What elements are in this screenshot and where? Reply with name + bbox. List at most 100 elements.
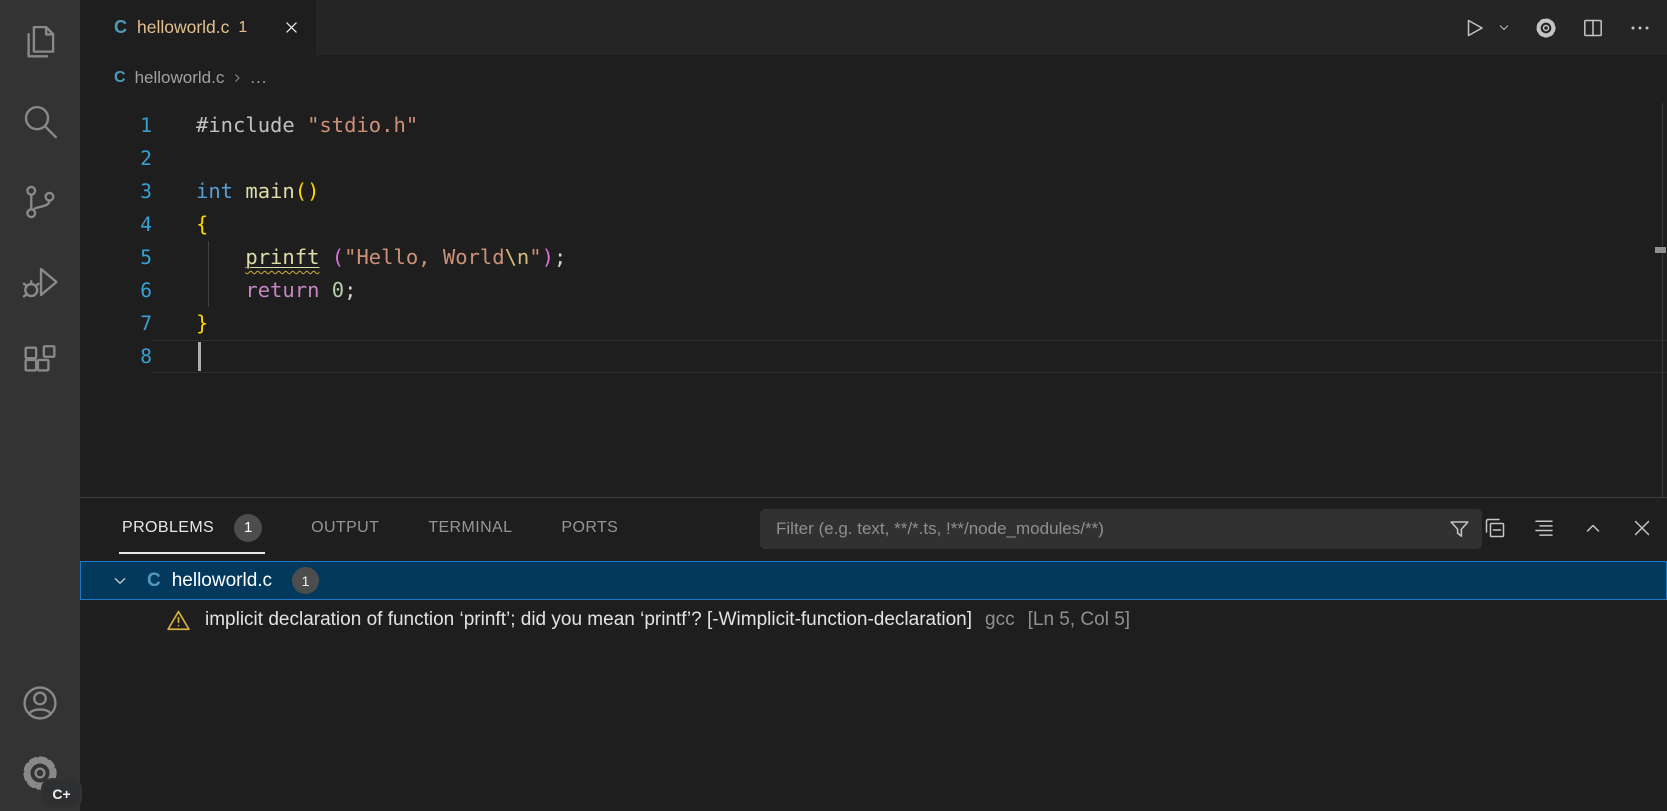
overview-ruler-marker (1655, 247, 1666, 253)
problems-count-badge: 1 (292, 567, 319, 594)
code-lines: 1#include "stdio.h"23int main()4{5 prinf… (80, 109, 1667, 373)
extensions-icon (19, 341, 61, 383)
chevron-right-icon (229, 70, 245, 86)
account-icon (19, 682, 61, 724)
panel-tab-label: PROBLEMS (122, 519, 214, 537)
ellipsis-icon (1628, 16, 1652, 40)
panel-tab-label: TERMINAL (428, 519, 512, 537)
overview-ruler (1662, 103, 1663, 497)
run-icon (1462, 16, 1486, 40)
code-line[interactable]: 4{ (80, 208, 1667, 241)
code-token: () (295, 179, 320, 203)
run-and-debug-button[interactable] (16, 258, 64, 306)
problem-row[interactable]: implicit declaration of function ‘prinft… (80, 600, 1667, 640)
source-control-button[interactable] (16, 178, 64, 226)
breadcrumb-file[interactable]: helloworld.c (135, 68, 225, 88)
panel-tab-label: PORTS (561, 519, 618, 537)
chevron-down-icon[interactable] (109, 570, 131, 592)
panel-tabs: PROBLEMS1 OUTPUT TERMINAL PORTS (119, 505, 664, 554)
collapse-all-icon (1483, 516, 1507, 540)
code-token: ( (332, 245, 344, 269)
code-token (233, 179, 245, 203)
git-branch-icon (19, 181, 61, 223)
code-token: main (245, 179, 294, 203)
code-line[interactable]: 7} (80, 307, 1667, 340)
code-line[interactable]: 5 prinft ("Hello, World\n"); (80, 241, 1667, 274)
funnel-icon (1447, 517, 1472, 542)
code-token: return (245, 278, 319, 302)
editor-tab-bar: C helloworld.c 1 (80, 0, 1667, 55)
line-content[interactable] (152, 340, 1667, 373)
line-content[interactable] (152, 142, 1667, 175)
filter-funnel-button[interactable] (1447, 517, 1472, 542)
filter-input[interactable] (760, 509, 1482, 549)
explorer-button[interactable] (16, 18, 64, 66)
collapse-all-button[interactable] (1482, 515, 1508, 541)
line-number[interactable]: 4 (80, 208, 152, 241)
c-file-icon: C (114, 17, 127, 38)
line-number[interactable]: 5 (80, 241, 152, 274)
tab-helloworld-c[interactable]: C helloworld.c 1 (80, 0, 316, 55)
line-number[interactable]: 3 (80, 175, 152, 208)
tab-close-button[interactable] (280, 17, 302, 39)
extensions-button[interactable] (16, 338, 64, 386)
code-line[interactable]: 1#include "stdio.h" (80, 109, 1667, 142)
code-line[interactable]: 2 (80, 142, 1667, 175)
problems-file-name: helloworld.c (172, 570, 272, 592)
line-number[interactable]: 1 (80, 109, 152, 142)
code-token (319, 278, 331, 302)
panel-tab-problems[interactable]: PROBLEMS1 (119, 505, 265, 554)
activity-bar-bottom: C+ (16, 679, 64, 811)
panel-header: PROBLEMS1 OUTPUT TERMINAL PORTS (80, 498, 1667, 560)
line-content[interactable]: return 0; (152, 274, 1667, 307)
c-file-icon: C (114, 69, 126, 87)
indent-guide (208, 241, 209, 274)
line-content[interactable]: #include "stdio.h" (152, 109, 1667, 142)
panel-actions (1482, 515, 1655, 541)
close-icon (283, 19, 300, 36)
code-token: "stdio.h" (307, 113, 418, 137)
main-area: C helloworld.c 1 (80, 0, 1667, 811)
split-editor-button[interactable] (1580, 15, 1606, 41)
line-number[interactable]: 8 (80, 340, 152, 373)
line-content[interactable]: } (152, 307, 1667, 340)
files-icon (19, 21, 61, 63)
c-file-icon: C (147, 570, 161, 592)
settings-button[interactable] (1533, 15, 1559, 41)
view-as-tree-button[interactable] (1531, 515, 1557, 541)
line-content[interactable]: int main() (152, 175, 1667, 208)
code-token: ; (554, 245, 566, 269)
warning-squiggle-token: prinft (245, 245, 319, 269)
account-button[interactable] (16, 679, 64, 727)
code-line[interactable]: 3int main() (80, 175, 1667, 208)
line-content[interactable]: prinft ("Hello, World\n"); (152, 241, 1667, 274)
close-icon (1630, 516, 1654, 540)
code-token: "Hello, World (344, 245, 504, 269)
code-token (196, 245, 245, 269)
manage-button[interactable]: C+ (16, 749, 64, 797)
code-token: ; (344, 278, 356, 302)
close-panel-button[interactable] (1629, 515, 1655, 541)
line-number[interactable]: 2 (80, 142, 152, 175)
panel-tab-terminal[interactable]: TERMINAL (425, 510, 515, 549)
code-line[interactable]: 8 (80, 340, 1667, 373)
line-number[interactable]: 6 (80, 274, 152, 307)
line-content[interactable]: { (152, 208, 1667, 241)
code-token: int (196, 179, 233, 203)
more-actions-button[interactable] (1627, 15, 1653, 41)
run-dropdown-button[interactable] (1496, 15, 1512, 41)
code-line[interactable]: 6 return 0; (80, 274, 1667, 307)
line-number[interactable]: 7 (80, 307, 152, 340)
profile-badge[interactable]: C+ (43, 780, 80, 807)
panel-tab-ports[interactable]: PORTS (558, 510, 621, 549)
code-token: { (196, 212, 208, 236)
problems-filter (760, 509, 1482, 549)
breadcrumb-symbol[interactable]: ... (250, 68, 267, 88)
run-debug-icon (19, 261, 61, 303)
panel-tab-output[interactable]: OUTPUT (308, 510, 382, 549)
run-button[interactable] (1461, 15, 1487, 41)
editor-actions (1461, 0, 1667, 55)
problems-file-row[interactable]: C helloworld.c 1 (80, 561, 1667, 600)
search-button[interactable] (16, 98, 64, 146)
maximize-panel-button[interactable] (1580, 515, 1606, 541)
